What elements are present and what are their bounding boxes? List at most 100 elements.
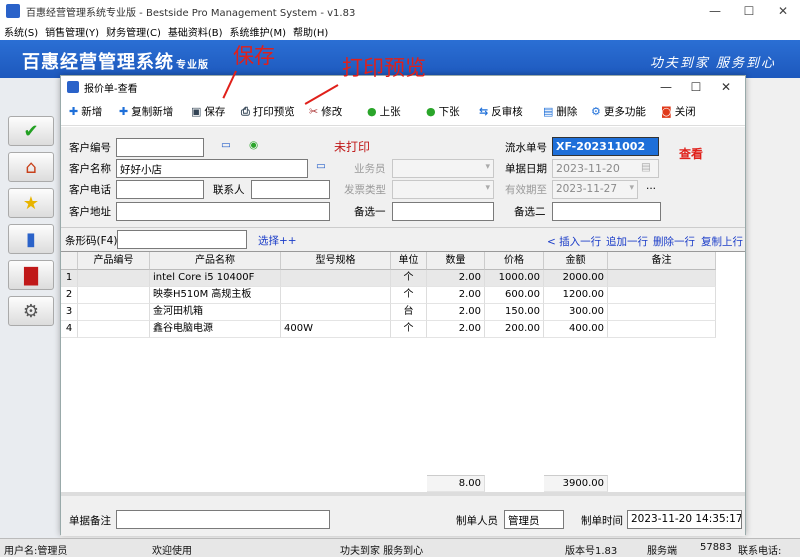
append-row-link[interactable]: 追加一行 xyxy=(606,234,648,249)
grid-header[interactable]: 产品名称 xyxy=(150,252,281,270)
grid-cell[interactable]: 3 xyxy=(61,304,78,321)
sidebar-home-icon[interactable]: ⌂ xyxy=(8,152,54,182)
more-dots-button[interactable]: ... xyxy=(646,180,656,192)
grid-cell[interactable]: 400.00 xyxy=(544,321,608,338)
previous-button[interactable]: ● 上张 xyxy=(367,104,401,119)
close-window-button[interactable]: ◙ 关闭 xyxy=(661,104,696,119)
grid-header[interactable]: 型号规格 xyxy=(281,252,391,270)
grid-cell[interactable] xyxy=(78,287,150,304)
grid-cell[interactable]: 2.00 xyxy=(427,304,485,321)
option2-field[interactable] xyxy=(552,202,661,221)
grid-cell[interactable]: 150.00 xyxy=(485,304,544,321)
sidebar-book-icon[interactable]: ▇ xyxy=(8,260,54,290)
customer-phone-field[interactable] xyxy=(116,180,204,199)
menu-finance[interactable]: 财务管理(C) xyxy=(106,24,161,39)
new-button[interactable]: ✚ 新增 xyxy=(69,104,102,119)
menu-system[interactable]: 系统(S) xyxy=(4,24,38,39)
close-button[interactable]: ✕ xyxy=(766,0,800,22)
grid-cell[interactable]: 个 xyxy=(391,270,427,287)
salesperson-select[interactable] xyxy=(392,159,494,178)
contact-field[interactable] xyxy=(251,180,330,199)
barcode-input[interactable] xyxy=(117,230,247,249)
grid-cell[interactable] xyxy=(281,270,391,287)
sidebar-check-icon[interactable]: ✔ xyxy=(8,116,54,146)
grid-cell[interactable] xyxy=(608,270,716,287)
remark-field[interactable] xyxy=(116,510,330,529)
grid-cell[interactable]: 200.00 xyxy=(485,321,544,338)
grid-cell[interactable]: 个 xyxy=(391,321,427,338)
grid-cell[interactable]: 1 xyxy=(61,270,78,287)
valid-until-select[interactable]: 2023-11-27 xyxy=(552,180,638,199)
grid-cell[interactable]: 2000.00 xyxy=(544,270,608,287)
next-button[interactable]: ● 下张 xyxy=(426,104,460,119)
valid-until-label: 有效期至 xyxy=(505,184,547,196)
grid-cell[interactable]: 1200.00 xyxy=(544,287,608,304)
grid-header[interactable]: 价格 xyxy=(485,252,544,270)
invoice-type-select[interactable] xyxy=(392,180,494,199)
grid-cell[interactable]: 2.00 xyxy=(427,321,485,338)
grid-header[interactable]: 产品编号 xyxy=(78,252,150,270)
grid-cell[interactable]: 1000.00 xyxy=(485,270,544,287)
sidebar-star-icon[interactable]: ★ xyxy=(8,188,54,218)
customer-address-field[interactable] xyxy=(116,202,330,221)
print-preview-button[interactable]: ⎙ 打印预览 xyxy=(241,104,295,119)
time-field[interactable]: 2023-11-20 14:35:17 xyxy=(627,510,742,529)
grid-cell[interactable]: 个 xyxy=(391,287,427,304)
grid-cell[interactable]: 鑫谷电脑电源 xyxy=(150,321,281,338)
grid-cell[interactable]: 4 xyxy=(61,321,78,338)
grid-cell[interactable]: 300.00 xyxy=(544,304,608,321)
option1-field[interactable] xyxy=(392,202,494,221)
grid-cell[interactable] xyxy=(608,321,716,338)
grid-header[interactable]: 备注 xyxy=(608,252,716,270)
grid-cell[interactable]: 2 xyxy=(61,287,78,304)
customer-name-field[interactable]: 好好小店 xyxy=(116,159,308,178)
sidebar-gear-icon[interactable]: ⚙ xyxy=(8,296,54,326)
grid-cell[interactable]: intel Core i5 10400F xyxy=(150,270,281,287)
menu-sales[interactable]: 销售管理(Y) xyxy=(45,24,99,39)
grid-cell[interactable] xyxy=(78,270,150,287)
grid-cell[interactable] xyxy=(608,304,716,321)
maximize-button[interactable]: ☐ xyxy=(732,0,766,22)
lookup-icon[interactable]: ▭ xyxy=(221,139,231,151)
grid-header[interactable]: 数量 xyxy=(427,252,485,270)
grid-cell[interactable]: 台 xyxy=(391,304,427,321)
child-maximize-button[interactable]: ☐ xyxy=(681,76,711,98)
grid-cell[interactable] xyxy=(608,287,716,304)
sidebar-chart-icon[interactable]: ▮ xyxy=(8,224,54,254)
save-button[interactable]: ▣ 保存 xyxy=(191,104,225,119)
grid-cell[interactable] xyxy=(78,321,150,338)
serial-field[interactable]: XF-202311002 xyxy=(552,137,659,156)
grid-cell[interactable]: 映泰H510M 高规主板 xyxy=(150,287,281,304)
child-close-button[interactable]: ✕ xyxy=(711,76,741,98)
grid-cell[interactable]: 400W xyxy=(281,321,391,338)
delete-row-link[interactable]: 删除一行 xyxy=(653,234,695,249)
calendar-icon[interactable]: ▤ xyxy=(641,161,651,173)
grid-cell[interactable]: 金河田机箱 xyxy=(150,304,281,321)
unaudit-button[interactable]: ⇆ 反审核 xyxy=(479,104,523,119)
grid-header[interactable]: 单位 xyxy=(391,252,427,270)
copy-row-link[interactable]: 复制上行 xyxy=(701,234,743,249)
grid-cell[interactable] xyxy=(281,304,391,321)
menu-help[interactable]: 帮助(H) xyxy=(293,24,328,39)
edit-button[interactable]: ✂ 修改 xyxy=(309,104,342,119)
grid-cell[interactable] xyxy=(281,287,391,304)
insert-row-link[interactable]: < 插入一行 xyxy=(547,234,601,249)
customer-code-field[interactable] xyxy=(116,138,204,157)
minimize-button[interactable]: — xyxy=(698,0,732,22)
grid-cell[interactable] xyxy=(78,304,150,321)
menu-maintenance[interactable]: 系统维护(M) xyxy=(230,24,286,39)
child-minimize-button[interactable]: — xyxy=(651,76,681,98)
grid-header[interactable]: 金额 xyxy=(544,252,608,270)
grid-cell[interactable]: 600.00 xyxy=(485,287,544,304)
grid-cell[interactable]: 2.00 xyxy=(427,270,485,287)
delete-button[interactable]: ▤ 删除 xyxy=(543,104,577,119)
more-functions-button[interactable]: ⚙ 更多功能 xyxy=(591,104,646,119)
customer-lookup-icon[interactable]: ▭ xyxy=(316,160,326,172)
brand-logo: 百惠经营管理系统 专业版 xyxy=(22,52,209,73)
refresh-icon[interactable]: ◉ xyxy=(249,139,258,151)
copy-new-button[interactable]: ✚ 复制新增 xyxy=(119,104,173,119)
grid-cell[interactable]: 2.00 xyxy=(427,287,485,304)
menu-basic-data[interactable]: 基础资料(B) xyxy=(168,24,223,39)
maker-field[interactable]: 管理员 xyxy=(504,510,564,529)
select-link[interactable]: 选择++ xyxy=(258,233,297,248)
